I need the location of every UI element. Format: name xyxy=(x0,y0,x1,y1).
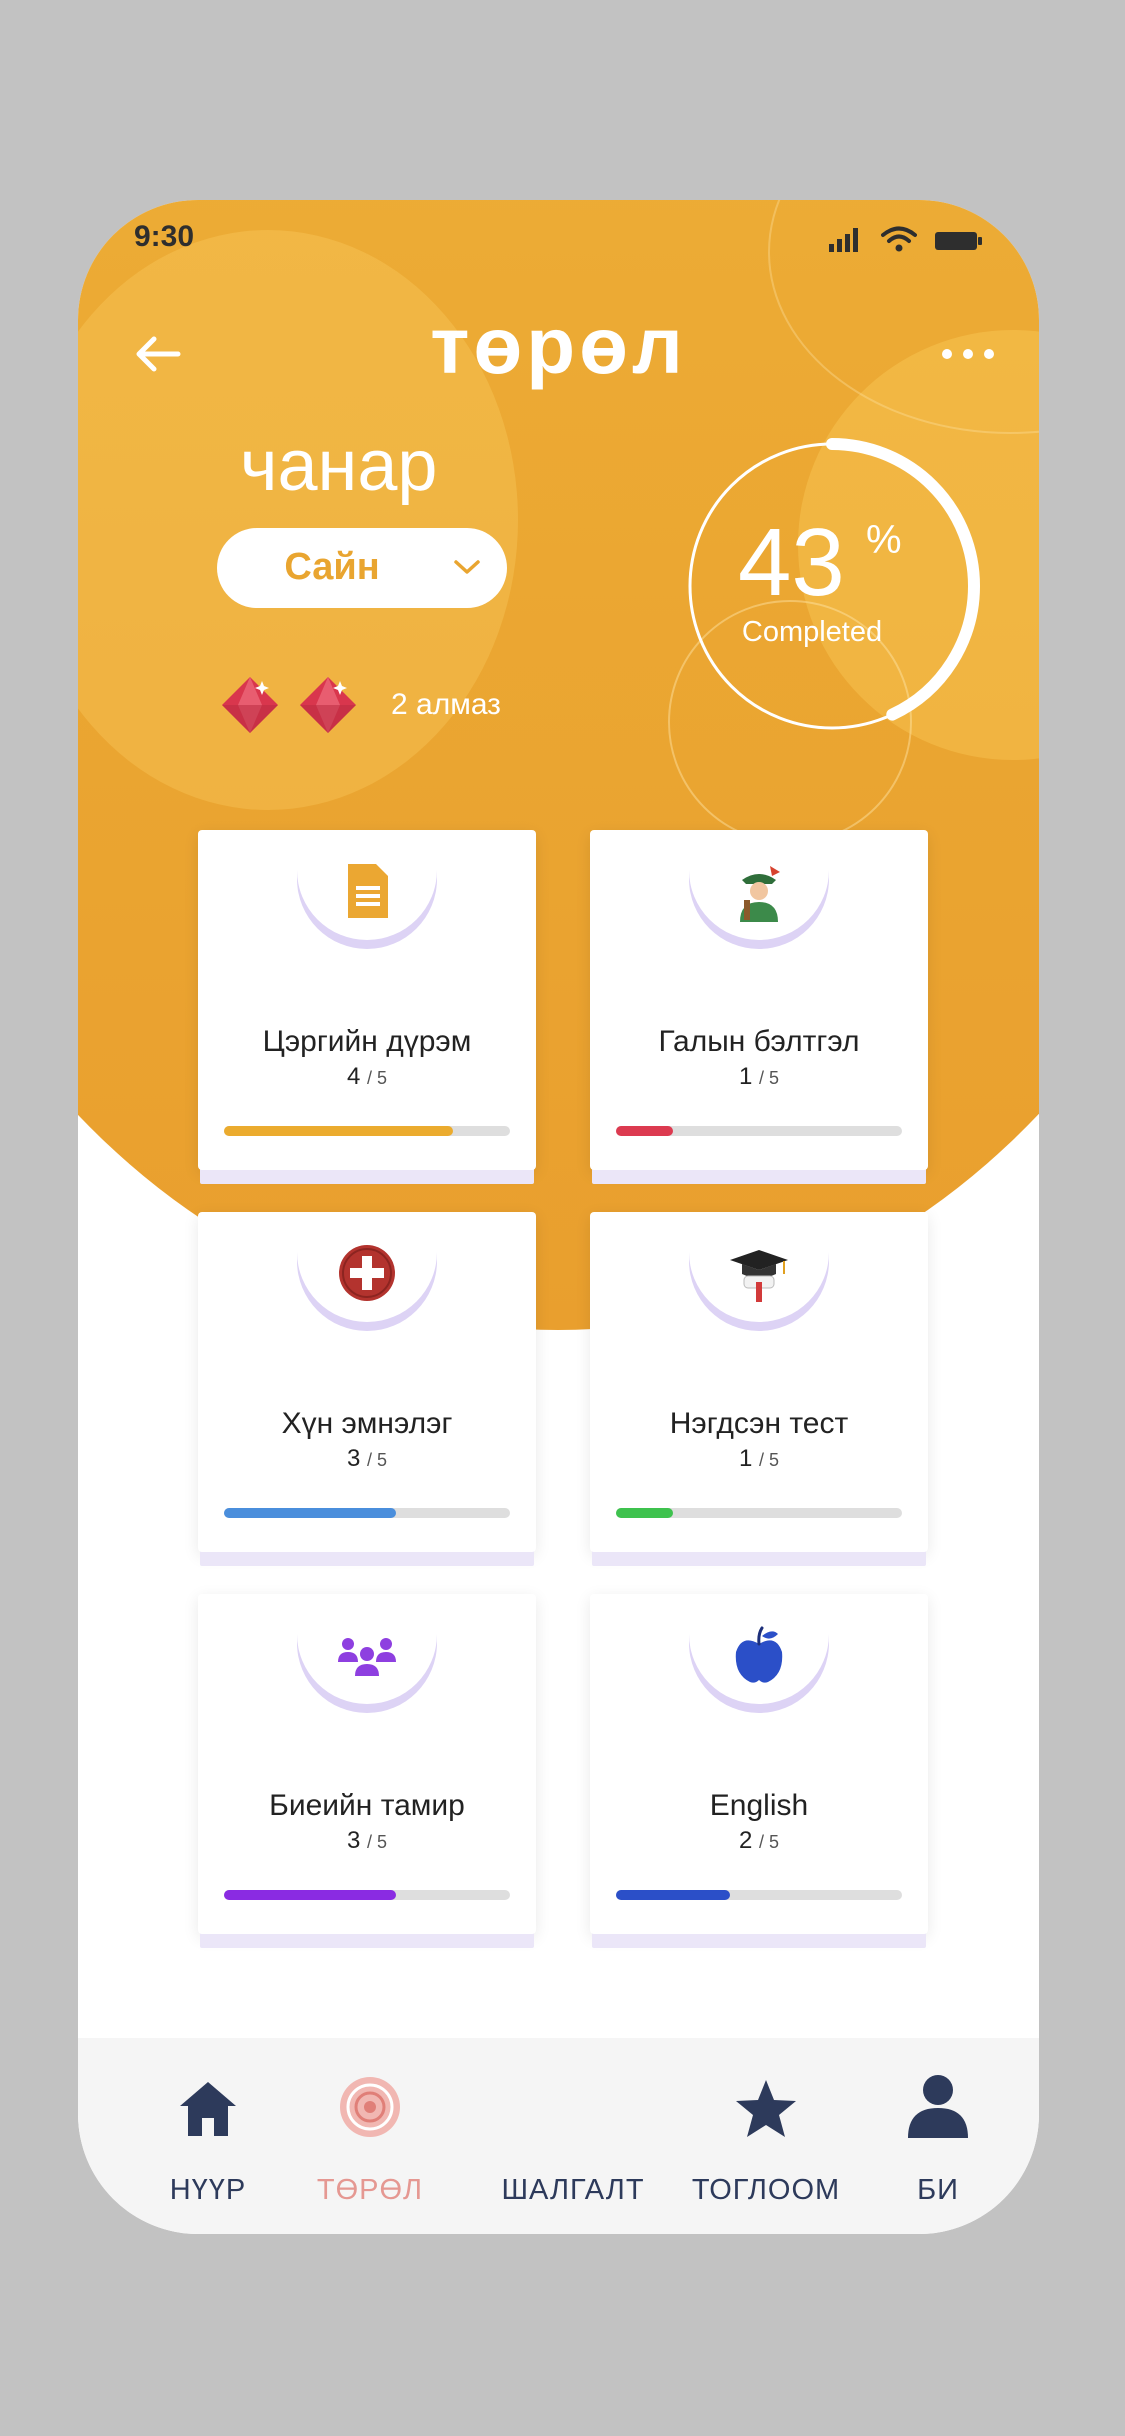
tab-label: НҮҮР xyxy=(169,2174,247,2206)
tab-label: БИ xyxy=(917,2174,959,2206)
progress-bar-fill xyxy=(224,1890,396,1900)
category-progress: 1 / 5 xyxy=(738,1445,780,1472)
tab-label: ШАЛГАЛТ xyxy=(501,2174,645,2206)
tab-category[interactable]: ТӨРӨЛ xyxy=(290,2038,450,2234)
category-card-combined-test[interactable]: Нэгдсэн тест 1 / 5 xyxy=(590,1212,928,1552)
category-card-first-aid[interactable]: Хүн эмнэлэг 3 / 5 xyxy=(198,1212,536,1552)
progress-bar xyxy=(224,1890,510,1900)
category-title: Нэгдсэн тест xyxy=(669,1407,849,1440)
progress-bar-fill xyxy=(616,1508,674,1518)
quality-label: чанар xyxy=(240,426,438,506)
progress-bar-fill xyxy=(616,1126,674,1136)
graduation-cap-icon xyxy=(730,1250,788,1302)
target-icon xyxy=(340,2077,400,2137)
document-icon xyxy=(348,864,388,918)
quality-selected-value: Сайн xyxy=(284,546,380,588)
category-card-physical-training[interactable]: Биеийн тамир 3 / 5 xyxy=(198,1594,536,1934)
progress-bar xyxy=(224,1126,510,1136)
progress-bar-fill xyxy=(224,1508,396,1518)
progress-bar xyxy=(616,1890,902,1900)
progress-bar-fill xyxy=(616,1890,731,1900)
category-title: English xyxy=(709,1789,809,1822)
category-progress: 2 / 5 xyxy=(738,1827,780,1854)
tab-games[interactable]: ТОГЛООМ xyxy=(661,2038,871,2234)
medical-cross-icon xyxy=(339,1245,395,1301)
home-icon xyxy=(180,2082,236,2136)
category-progress: 3 / 5 xyxy=(346,1827,388,1854)
page-title: төрөл xyxy=(430,301,687,390)
tab-exam[interactable]: ШАЛГАЛТ xyxy=(478,2038,668,2234)
gem-icon xyxy=(300,677,356,733)
category-card-english[interactable]: English 2 / 5 xyxy=(590,1594,928,1934)
completion-percent: 43 xyxy=(738,509,845,616)
status-bar: 9:30 xyxy=(134,220,983,270)
gem-count-label: 2 алмаз xyxy=(391,688,501,721)
gem-icon xyxy=(222,677,278,733)
tab-profile[interactable]: БИ xyxy=(878,2038,998,2234)
tab-label: ТОГЛООМ xyxy=(691,2174,841,2206)
battery-icon xyxy=(935,232,982,250)
progress-bar xyxy=(224,1508,510,1518)
phone-screen: 9:30 төрөл чанар Сайн 2 алмаз 43 % Compl… xyxy=(78,200,1039,2234)
apple-icon xyxy=(735,1626,783,1683)
category-title: Биеийн тамир xyxy=(269,1789,465,1822)
category-title: Цэргийн дүрэм xyxy=(262,1025,472,1058)
category-progress: 4 / 5 xyxy=(346,1063,388,1090)
quality-dropdown[interactable]: Сайн xyxy=(217,528,507,608)
category-title: Хүн эмнэлэг xyxy=(281,1407,453,1440)
tab-home[interactable]: НҮҮР xyxy=(128,2038,288,2234)
more-dots-icon xyxy=(942,349,994,359)
star-icon xyxy=(736,2080,796,2137)
wifi-icon xyxy=(881,226,917,252)
signal-icon xyxy=(829,228,858,252)
percent-sign: % xyxy=(866,518,902,562)
category-card-fire-training[interactable]: Галын бэлтгэл 1 / 5 xyxy=(590,830,928,1170)
category-title: Галын бэлтгэл xyxy=(658,1025,860,1058)
category-card-military-rules[interactable]: Цэргийн дүрэм 4 / 5 xyxy=(198,830,536,1170)
user-icon xyxy=(908,2075,968,2138)
progress-bar xyxy=(616,1508,902,1518)
gems-row xyxy=(218,673,360,737)
chevron-down-icon xyxy=(454,560,480,574)
status-time: 9:30 xyxy=(134,220,195,253)
more-options-button[interactable] xyxy=(933,336,1003,372)
category-progress: 1 / 5 xyxy=(738,1063,780,1090)
progress-bar xyxy=(616,1126,902,1136)
people-group-icon xyxy=(338,1638,396,1676)
tab-label: ТӨРӨЛ xyxy=(316,2174,424,2206)
progress-bar-fill xyxy=(224,1126,453,1136)
bottom-tab-bar: НҮҮР ТӨРӨЛ ШАЛГАЛТ ТОГЛООМ БИ xyxy=(78,2038,1039,2234)
soldier-icon xyxy=(740,866,780,922)
category-progress: 3 / 5 xyxy=(346,1445,388,1472)
completed-label: Completed xyxy=(741,616,883,648)
